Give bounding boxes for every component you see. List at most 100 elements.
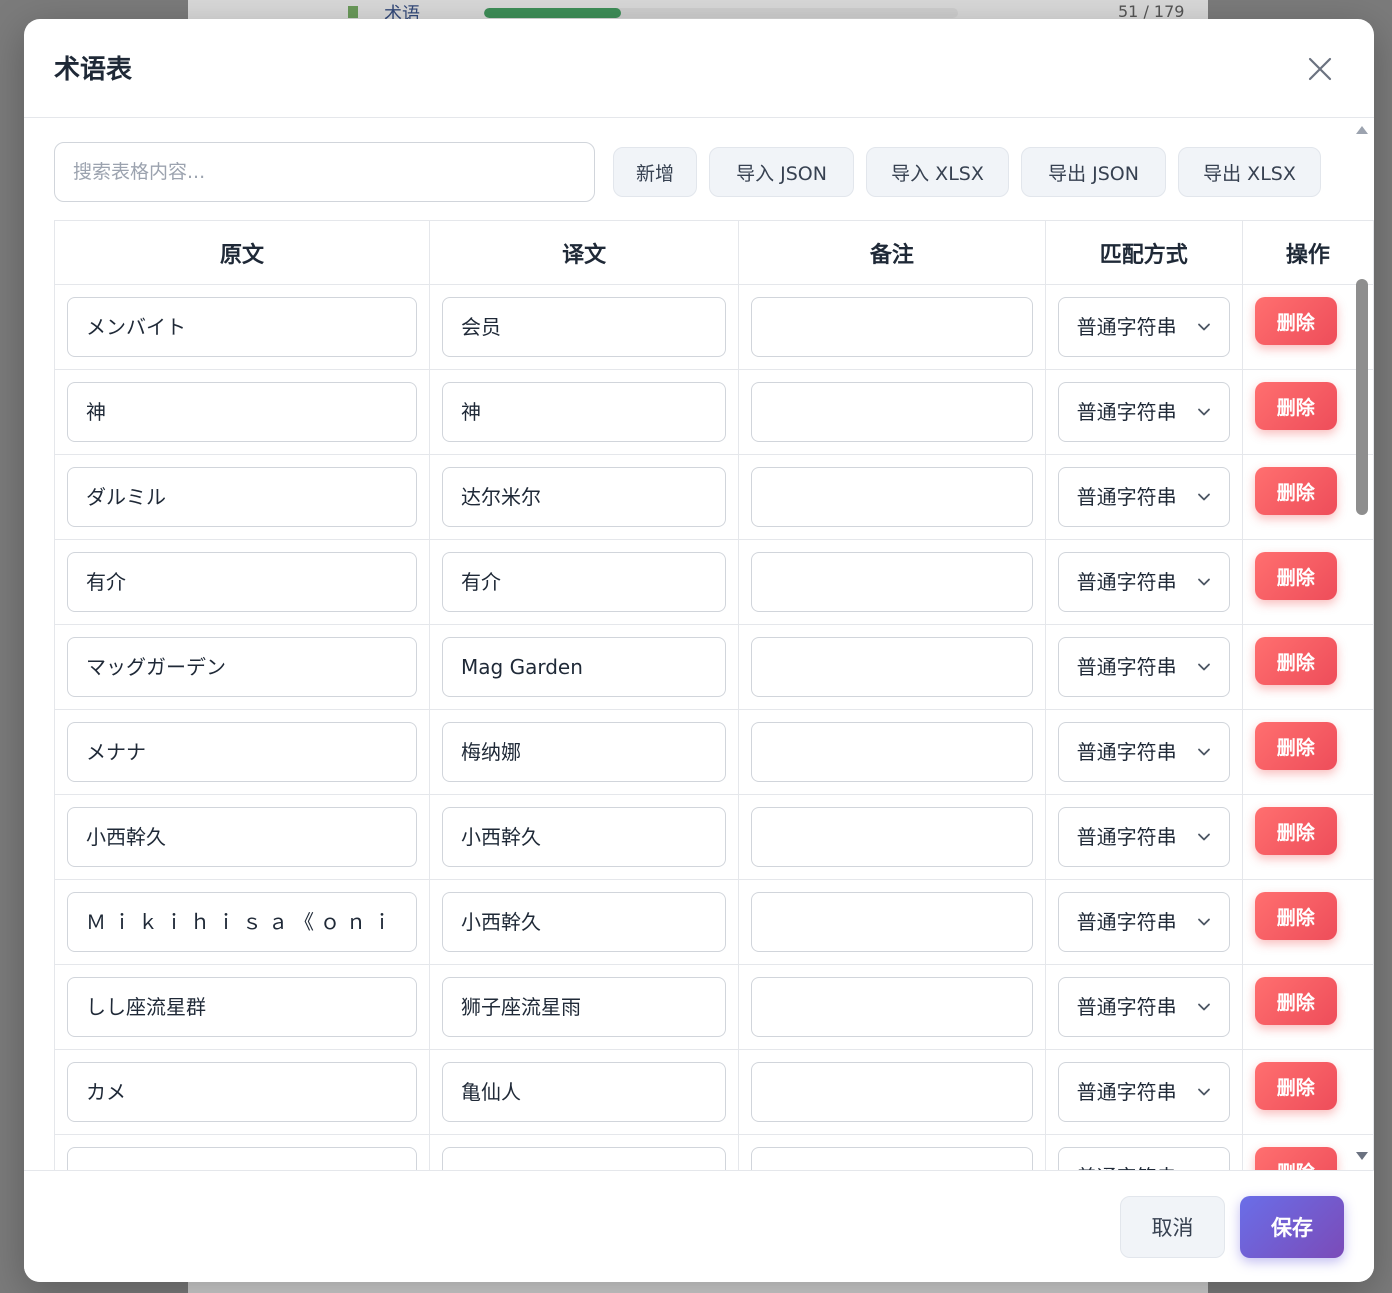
target-cell: 狮子座流星雨 (428, 964, 740, 1050)
match-select-value: 普通字符串 (1076, 570, 1177, 594)
source-input[interactable]: メナナ (67, 722, 417, 782)
table-row: マッグガーデン Mag Garden 普通字符串 删除 (54, 624, 1374, 710)
source-input[interactable]: ダルミル (67, 467, 417, 527)
chevron-down-icon (1197, 663, 1210, 671)
note-input[interactable] (751, 637, 1033, 697)
match-select[interactable]: 普通字符串 (1057, 1147, 1230, 1170)
source-input[interactable]: カメ (67, 1062, 417, 1122)
match-select[interactable]: 普通字符串 (1057, 467, 1230, 527)
source-input[interactable]: 神 (67, 382, 417, 442)
source-input[interactable]: Ｍｉｋｉｈｉｓａ《ｏｎｉ (67, 892, 417, 952)
export-xlsx-button[interactable]: 导出 XLSX (1178, 147, 1321, 197)
match-cell: 普通字符串 (1044, 879, 1243, 965)
note-cell (738, 964, 1046, 1050)
note-input[interactable] (751, 552, 1033, 612)
cancel-button[interactable]: 取消 (1120, 1196, 1225, 1258)
match-select[interactable]: 普通字符串 (1057, 297, 1230, 357)
note-cell (738, 1134, 1046, 1170)
target-input[interactable]: 狮子座流星雨 (442, 977, 727, 1037)
target-input[interactable]: 小西幹久 (442, 807, 727, 867)
delete-button[interactable]: 删除 (1254, 977, 1337, 1025)
scroll-thumb[interactable] (1356, 279, 1368, 515)
match-select[interactable]: 普通字符串 (1057, 1062, 1230, 1122)
table-row: 神神 普通字符串 删除 (54, 369, 1374, 455)
note-cell (738, 454, 1046, 540)
table-row: 有介 有介 普通字符串 删除 (54, 539, 1374, 625)
background-header: 术语 51 / 179 (188, 0, 1208, 25)
target-input[interactable]: 神 (442, 382, 727, 442)
source-cell: Ｍｉｋｉｈｉｓａ《ｏｎｉ (54, 879, 430, 965)
delete-button[interactable]: 删除 (1254, 807, 1337, 855)
note-input[interactable] (751, 807, 1033, 867)
note-input[interactable] (751, 1147, 1033, 1170)
chevron-down-icon (1197, 1003, 1210, 1011)
match-cell: 普通字符串 (1044, 964, 1243, 1050)
background-image-strip (188, 1281, 1208, 1293)
match-cell: 普通字符串 (1044, 709, 1243, 795)
target-input[interactable]: 会员 (442, 297, 727, 357)
note-cell (738, 539, 1046, 625)
note-input[interactable] (751, 382, 1033, 442)
note-input[interactable] (751, 467, 1033, 527)
target-input[interactable]: 小西幹久 (442, 892, 727, 952)
scroll-down-arrow-icon[interactable] (1356, 1152, 1368, 1160)
source-input[interactable]: 小西幹久 (67, 807, 417, 867)
note-cell (738, 369, 1046, 455)
match-select[interactable]: 普通字符串 (1057, 382, 1230, 442)
target-cell: 有介 (428, 539, 740, 625)
table-row: Ｍｉｋｉｈｉｓａ《ｏｎｉ 小西幹久 普通字符串 删除 (54, 879, 1374, 965)
save-button[interactable]: 保存 (1240, 1196, 1344, 1258)
table-row: カメ 亀仙人 普通字符串 删除 (54, 1049, 1374, 1135)
match-select[interactable]: 普通字符串 (1057, 977, 1230, 1037)
target-cell: Mag Garden (428, 624, 740, 710)
delete-button[interactable]: 删除 (1254, 1062, 1337, 1110)
source-input[interactable]: 有介 (67, 552, 417, 612)
scroll-up-arrow-icon[interactable] (1356, 126, 1368, 134)
vertical-scrollbar[interactable] (1350, 119, 1374, 1170)
delete-button[interactable]: 删除 (1254, 382, 1337, 430)
import-xlsx-button[interactable]: 导入 XLSX (866, 147, 1009, 197)
import-json-button[interactable]: 导入 JSON (709, 147, 854, 197)
match-select[interactable]: 普通字符串 (1057, 552, 1230, 612)
delete-button[interactable]: 删除 (1254, 637, 1337, 685)
target-input[interactable]: 梅纳娜 (442, 722, 727, 782)
target-input[interactable] (442, 1147, 727, 1170)
delete-button[interactable]: 删除 (1254, 552, 1337, 600)
modal-header: 术语表 (24, 19, 1374, 118)
note-input[interactable] (751, 977, 1033, 1037)
target-input[interactable]: Mag Garden (442, 637, 727, 697)
delete-button[interactable]: 删除 (1254, 1147, 1337, 1170)
add-button[interactable]: 新增 (613, 147, 697, 197)
background-book-icon (348, 6, 358, 18)
source-input[interactable]: メンバイト (67, 297, 417, 357)
match-select[interactable]: 普通字符串 (1057, 807, 1230, 867)
target-cell: 神 (428, 369, 740, 455)
close-button[interactable] (1302, 51, 1338, 87)
match-select-value: 普通字符串 (1076, 740, 1177, 764)
note-input[interactable] (751, 297, 1033, 357)
note-input[interactable] (751, 892, 1033, 952)
target-input[interactable]: 有介 (442, 552, 727, 612)
search-input[interactable] (54, 142, 595, 202)
close-icon (1308, 57, 1332, 81)
match-select[interactable]: 普通字符串 (1057, 722, 1230, 782)
match-cell: 普通字符串 (1044, 794, 1243, 880)
note-input[interactable] (751, 722, 1033, 782)
source-cell: しし座流星群 (54, 964, 430, 1050)
delete-button[interactable]: 删除 (1254, 467, 1337, 515)
match-cell: 普通字符串 (1044, 284, 1243, 370)
source-input[interactable]: マッグガーデン (67, 637, 417, 697)
source-input[interactable] (67, 1147, 417, 1170)
header-source: 原文 (54, 220, 430, 285)
export-json-button[interactable]: 导出 JSON (1021, 147, 1166, 197)
delete-button[interactable]: 删除 (1254, 722, 1337, 770)
match-select[interactable]: 普通字符串 (1057, 637, 1230, 697)
note-input[interactable] (751, 1062, 1033, 1122)
delete-button[interactable]: 删除 (1254, 297, 1337, 345)
match-select[interactable]: 普通字符串 (1057, 892, 1230, 952)
source-input[interactable]: しし座流星群 (67, 977, 417, 1037)
target-input[interactable]: 亀仙人 (442, 1062, 727, 1122)
target-input[interactable]: 达尔米尔 (442, 467, 727, 527)
note-cell (738, 794, 1046, 880)
delete-button[interactable]: 删除 (1254, 892, 1337, 940)
